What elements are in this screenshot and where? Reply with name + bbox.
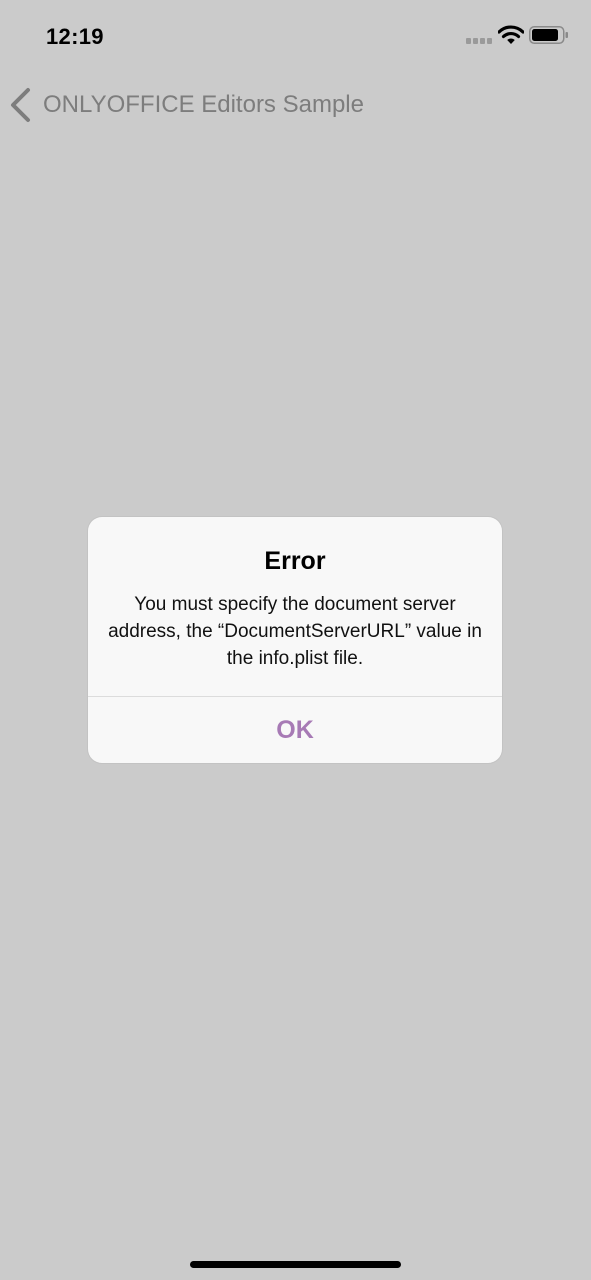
status-time: 12:19 xyxy=(46,24,104,49)
status-bar: 12:19 xyxy=(0,0,591,70)
chevron-left-icon xyxy=(11,88,30,122)
signal-icon xyxy=(466,38,492,44)
error-alert: Error You must specify the document serv… xyxy=(88,517,502,763)
navigation-bar: ONLYOFFICE Editors Sample xyxy=(0,80,591,130)
ok-button[interactable]: OK xyxy=(88,697,502,763)
home-indicator[interactable] xyxy=(190,1261,401,1268)
alert-message: You must specify the document server add… xyxy=(108,594,482,669)
back-button[interactable]: ONLYOFFICE Editors Sample xyxy=(8,86,364,124)
battery-icon xyxy=(529,26,568,44)
alert-title: Error xyxy=(264,547,326,575)
back-button-label: ONLYOFFICE Editors Sample xyxy=(43,91,364,118)
wifi-icon xyxy=(498,25,524,44)
